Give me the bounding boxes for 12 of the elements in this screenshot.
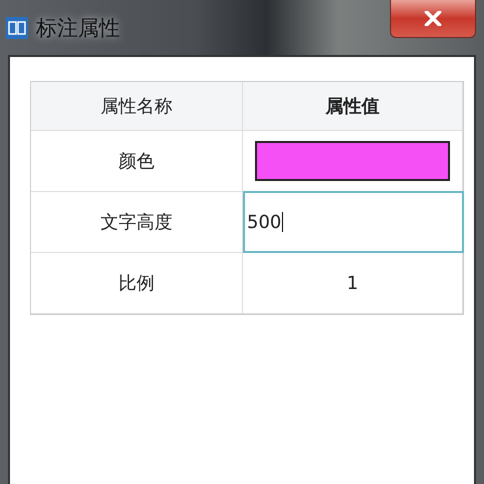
column-header: 属性名称 [31, 82, 243, 130]
property-value: 1 [243, 253, 463, 313]
close-button[interactable] [390, 0, 476, 38]
color-swatch[interactable] [255, 141, 450, 181]
input-field[interactable]: 500 [243, 191, 464, 253]
property-name: 比例 [31, 253, 243, 313]
window-title: 标注属性 [36, 14, 120, 42]
property-name: 文字高度 [31, 192, 243, 252]
close-icon [424, 11, 442, 26]
column-header: 属性值 [243, 82, 463, 130]
property-name: 颜色 [31, 131, 243, 191]
app-icon [6, 16, 28, 38]
